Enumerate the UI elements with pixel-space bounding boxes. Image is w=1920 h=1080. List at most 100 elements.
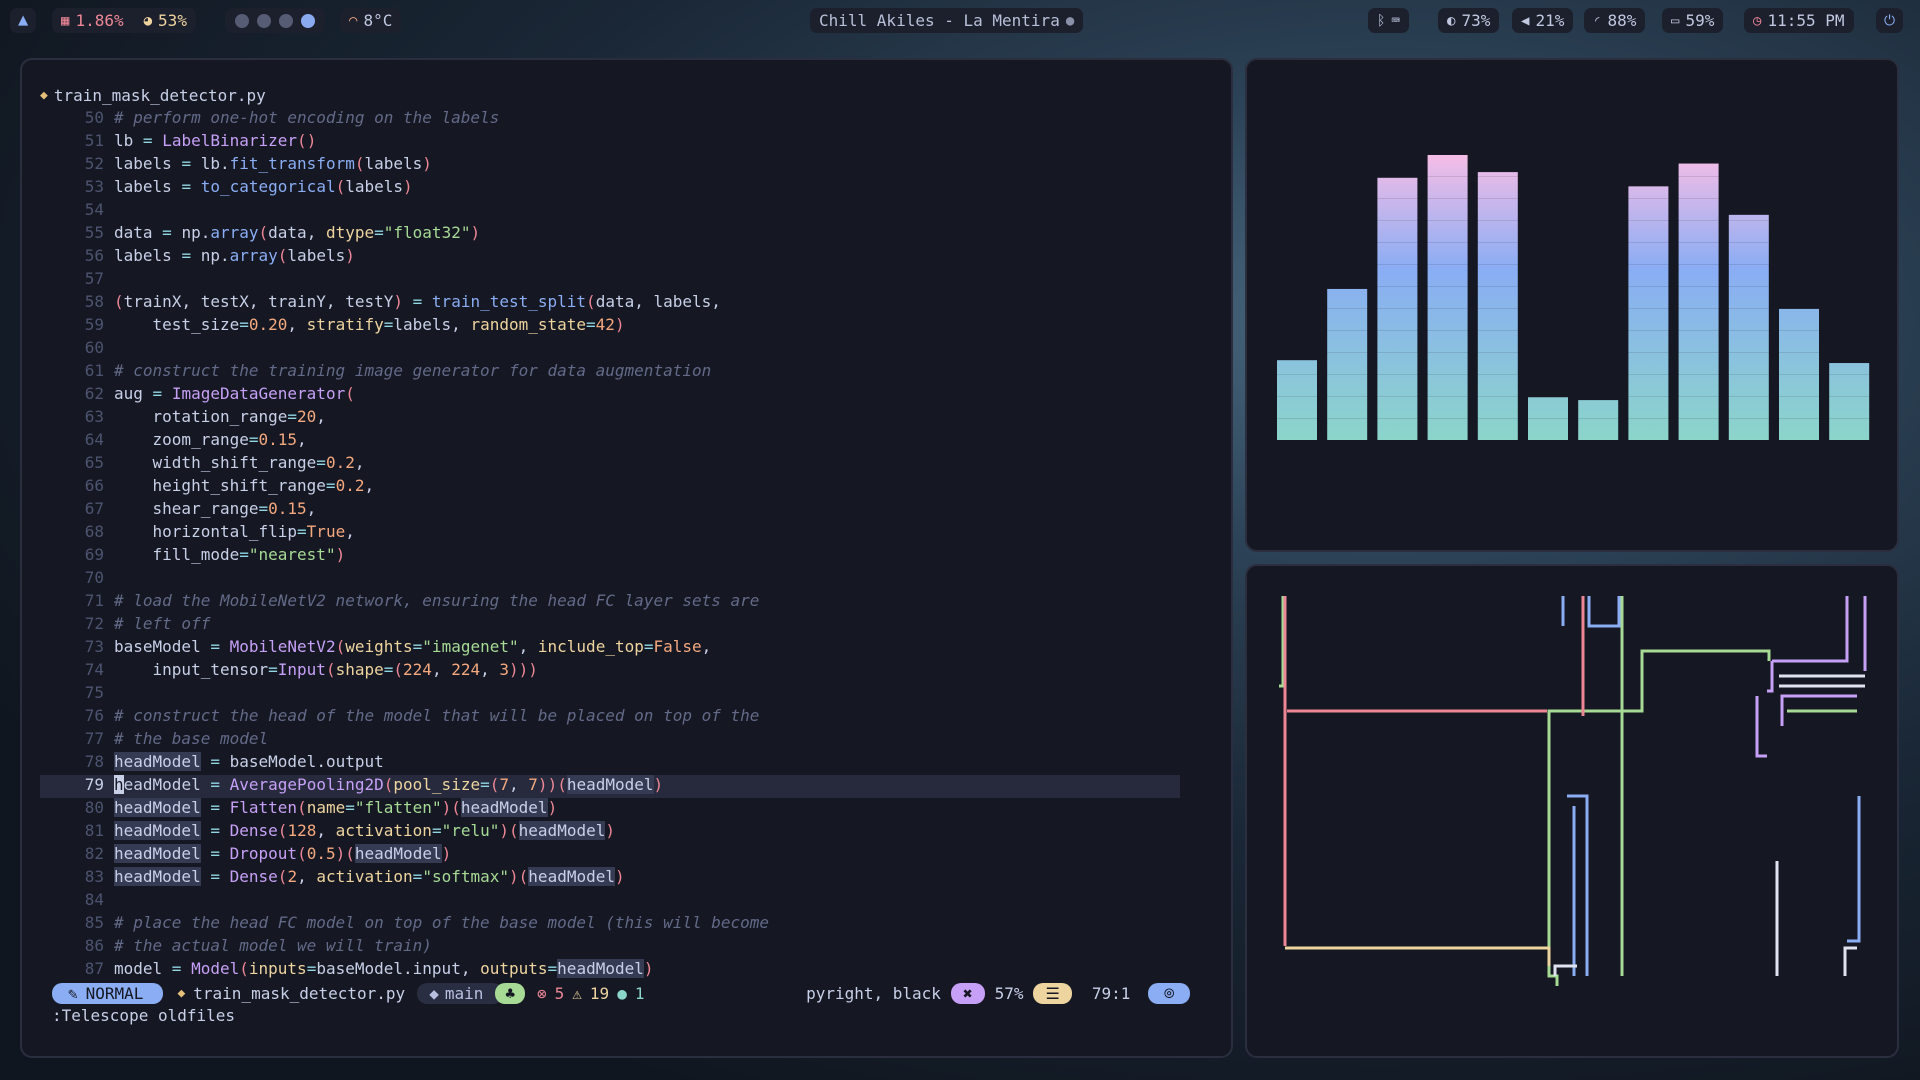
line-number: 84 bbox=[84, 890, 104, 909]
line-number: 76 bbox=[84, 706, 104, 725]
code-line[interactable]: 66 height_shift_range=0.2, bbox=[40, 476, 1180, 499]
code-line[interactable]: 68 horizontal_flip=True, bbox=[40, 522, 1180, 545]
code-line[interactable]: 87 model = Model(inputs=baseModel.input, … bbox=[40, 959, 1180, 982]
code-line[interactable]: 72 # left off bbox=[40, 614, 1180, 637]
code-line[interactable]: 74 input_tensor=Input(shape=(224, 224, 3… bbox=[40, 660, 1180, 683]
visualizer-bar-band bbox=[1728, 220, 1769, 221]
code-line[interactable]: 64 zoom_range=0.15, bbox=[40, 430, 1180, 453]
brightness[interactable]: ◐ 73% bbox=[1438, 8, 1500, 33]
code-text: labels = np.array(labels) bbox=[114, 246, 355, 265]
code-line[interactable]: 75 bbox=[40, 683, 1180, 706]
code-line[interactable]: 86 # the actual model we will train) bbox=[40, 936, 1180, 959]
editor-tab-title[interactable]: ◆ train_mask_detector.py bbox=[40, 86, 266, 105]
code-text: # load the MobileNetV2 network, ensuring… bbox=[114, 591, 760, 610]
code-line[interactable]: 57 bbox=[40, 269, 1180, 292]
visualizer-bar-band bbox=[1377, 418, 1418, 419]
visualizer-bar-band bbox=[1628, 352, 1669, 353]
code-line[interactable]: 55 data = np.array(data, dtype="float32") bbox=[40, 223, 1180, 246]
line-number: 51 bbox=[84, 131, 104, 150]
volume[interactable]: ◀ 21% bbox=[1512, 8, 1574, 33]
visualizer-bar-band bbox=[1678, 352, 1719, 353]
code-line[interactable]: 76 # construct the head of the model that… bbox=[40, 706, 1180, 729]
code-line[interactable]: 69 fill_mode="nearest") bbox=[40, 545, 1180, 568]
visualizer-bar-band bbox=[1829, 418, 1870, 419]
line-number: 72 bbox=[84, 614, 104, 633]
code-text: aug = ImageDataGenerator( bbox=[114, 384, 355, 403]
launcher-button[interactable]: ▲ bbox=[10, 8, 37, 33]
code-line[interactable]: 80 headModel = Flatten(name="flatten")(he… bbox=[40, 798, 1180, 821]
wifi[interactable]: ◜ 88% bbox=[1584, 8, 1646, 33]
visualizer-bar-band bbox=[1327, 418, 1368, 419]
cursor-position: 79:1 bbox=[1091, 984, 1131, 1003]
code-line[interactable]: 84 bbox=[40, 890, 1180, 913]
code-line[interactable]: 73 baseModel = MobileNetV2(weights="image… bbox=[40, 637, 1180, 660]
power-button[interactable]: ⏻ bbox=[1876, 8, 1904, 33]
code-line[interactable]: 51 lb = LabelBinarizer() bbox=[40, 131, 1180, 154]
battery[interactable]: ▭ 59% bbox=[1662, 8, 1724, 33]
code-line[interactable]: 60 bbox=[40, 338, 1180, 361]
line-number: 57 bbox=[84, 269, 104, 288]
visualizer-bar-band bbox=[1377, 352, 1418, 353]
code-line[interactable]: 85 # place the head FC model on top of th… bbox=[40, 913, 1180, 936]
file-percent: 57% bbox=[994, 984, 1024, 1003]
code-text: zoom_range=0.15, bbox=[114, 430, 307, 449]
code-line[interactable]: 77 # the base model bbox=[40, 729, 1180, 752]
code-line[interactable]: 71 # load the MobileNetV2 network, ensuri… bbox=[40, 591, 1180, 614]
line-number: 53 bbox=[84, 177, 104, 196]
branch-name: main bbox=[444, 984, 484, 1003]
code-line[interactable]: 79 headModel = AveragePooling2D(pool_size… bbox=[40, 775, 1180, 798]
workspace-3[interactable] bbox=[279, 13, 293, 28]
visualizer-bar-band bbox=[1377, 242, 1418, 243]
visualizer-bar-band bbox=[1628, 396, 1669, 397]
code-line[interactable]: 62 aug = ImageDataGenerator( bbox=[40, 384, 1180, 407]
code-line[interactable]: 52 labels = lb.fit_transform(labels) bbox=[40, 154, 1180, 177]
line-number: 79 bbox=[84, 775, 104, 794]
cpu-icon: ▦ bbox=[61, 12, 70, 29]
code-line[interactable]: 78 headModel = baseModel.output bbox=[40, 752, 1180, 775]
code-line[interactable]: 54 bbox=[40, 200, 1180, 223]
battery-value: 59% bbox=[1685, 11, 1715, 30]
media-player[interactable]: Chill Akiles - La Mentira ● bbox=[810, 8, 1084, 33]
visualizer-bar bbox=[1578, 400, 1619, 440]
power-icon: ⏻ bbox=[1884, 12, 1896, 29]
line-number: 65 bbox=[84, 453, 104, 472]
code-text: lb = LabelBinarizer() bbox=[114, 131, 317, 150]
code-text: # the base model bbox=[114, 729, 269, 748]
visualizer-bar-band bbox=[1628, 242, 1669, 243]
code-view[interactable]: 50 # perform one-hot encoding on the labe… bbox=[40, 108, 1200, 982]
code-line[interactable]: 61 # construct the training image generat… bbox=[40, 361, 1180, 384]
line-number: 63 bbox=[84, 407, 104, 426]
visualizer-bar-band bbox=[1578, 418, 1619, 419]
code-line[interactable]: 65 width_shift_range=0.2, bbox=[40, 453, 1180, 476]
code-line[interactable]: 83 headModel = Dense(2, activation="softm… bbox=[40, 867, 1180, 890]
workspace-2[interactable] bbox=[257, 13, 271, 28]
visualizer-bar-band bbox=[1277, 418, 1317, 419]
workspace-4[interactable] bbox=[301, 13, 315, 28]
code-line[interactable]: 59 test_size=0.20, stratify=labels, rand… bbox=[40, 315, 1180, 338]
bluetooth-icon[interactable]: ᛒ bbox=[1377, 14, 1385, 28]
code-line[interactable]: 50 # perform one-hot encoding on the labe… bbox=[40, 108, 1180, 131]
clock[interactable]: ◷ 11:55 PM bbox=[1744, 8, 1854, 33]
rainbow-icon: ◠ bbox=[349, 12, 358, 29]
keyboard-icon[interactable]: ⌨ bbox=[1391, 14, 1399, 28]
workspace-1[interactable] bbox=[235, 13, 249, 28]
pipes-screensaver bbox=[1279, 596, 1867, 986]
pipes-window bbox=[1245, 564, 1899, 1058]
code-line[interactable]: 63 rotation_range=20, bbox=[40, 407, 1180, 430]
cpu-value: 1.86% bbox=[75, 11, 124, 30]
code-line[interactable]: 70 bbox=[40, 568, 1180, 591]
code-line[interactable]: 53 labels = to_categorical(labels) bbox=[40, 177, 1180, 200]
visualizer-bar-band bbox=[1277, 396, 1317, 397]
command-line[interactable]: :Telescope oldfiles bbox=[52, 1006, 235, 1025]
workspaces bbox=[225, 8, 325, 33]
visualizer-bar-band bbox=[1477, 418, 1518, 419]
line-number: 67 bbox=[84, 499, 104, 518]
code-line[interactable]: 56 labels = np.array(labels) bbox=[40, 246, 1180, 269]
visualizer-bar bbox=[1728, 214, 1769, 440]
code-line[interactable]: 58 (trainX, testX, trainY, testY) = train… bbox=[40, 292, 1180, 315]
pipe-blue bbox=[1561, 596, 1861, 976]
code-line[interactable]: 81 headModel = Dense(128, activation="rel… bbox=[40, 821, 1180, 844]
code-line[interactable]: 67 shear_range=0.15, bbox=[40, 499, 1180, 522]
spotify-icon: ● bbox=[1065, 12, 1075, 29]
code-line[interactable]: 82 headModel = Dropout(0.5)(headModel) bbox=[40, 844, 1180, 867]
